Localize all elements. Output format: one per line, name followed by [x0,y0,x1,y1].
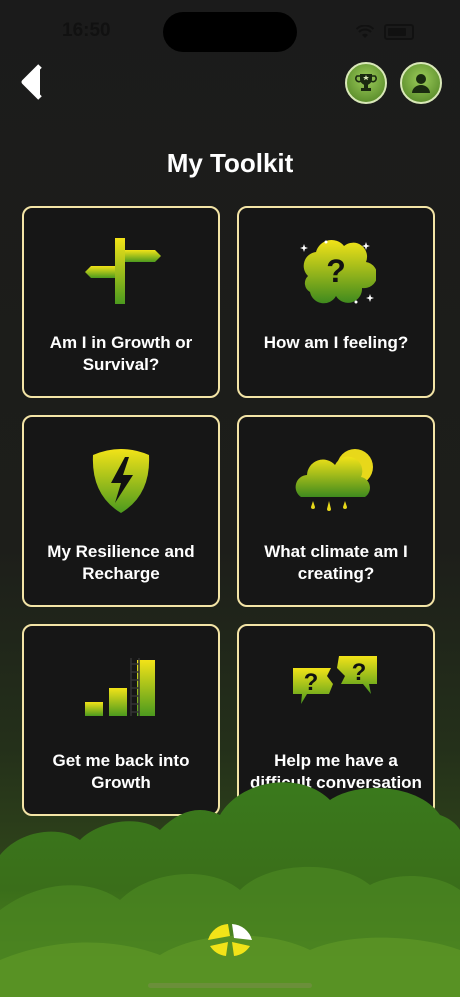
speech-question-icon: ? ? [239,654,433,734]
svg-text:?: ? [326,253,346,289]
status-time: 16:50 [62,20,111,41]
card-difficult-conversation[interactable]: ? ? Help me have a difficult conversatio… [237,624,435,816]
card-growth-or-survival[interactable]: Am I in Growth or Survival? [22,206,220,398]
user-icon [412,74,430,93]
card-resilience-recharge[interactable]: My Resilience and Recharge [22,415,220,607]
card-label: Help me have a difficult conversation [250,751,422,792]
cloud-sun-icon [239,445,433,525]
card-label: How am I feeling? [263,333,409,352]
shield-bolt-icon [24,445,218,525]
wifi-icon [356,25,374,38]
trophy-icon [355,74,377,91]
signpost-icon [24,236,218,316]
profile-button[interactable] [400,62,442,104]
home-indicator[interactable] [148,983,312,988]
svg-text:?: ? [352,659,367,686]
brand-logo [208,924,252,956]
card-label: Get me back into Growth [52,751,190,792]
page-title: My Toolkit [166,148,294,178]
card-climate[interactable]: What climate am I creating? [237,415,435,607]
status-bar: 16:50 [0,0,460,60]
dynamic-island [163,12,297,52]
svg-text:?: ? [304,669,319,696]
bar-ladder-icon [24,654,218,734]
question-brain-icon: ? [239,236,433,316]
trophy-button[interactable] [345,62,387,104]
card-label: What climate am I creating? [264,542,408,583]
battery-icon [384,24,414,40]
back-button[interactable] [20,64,44,100]
card-label: My Resilience and Recharge [47,542,195,583]
chevron-left-icon [21,64,42,100]
card-label: Am I in Growth or Survival? [49,333,193,374]
status-icons [356,24,414,40]
card-how-am-i-feeling[interactable]: ? How am I feeling? [237,206,435,398]
card-back-into-growth[interactable]: Get me back into Growth [22,624,220,816]
